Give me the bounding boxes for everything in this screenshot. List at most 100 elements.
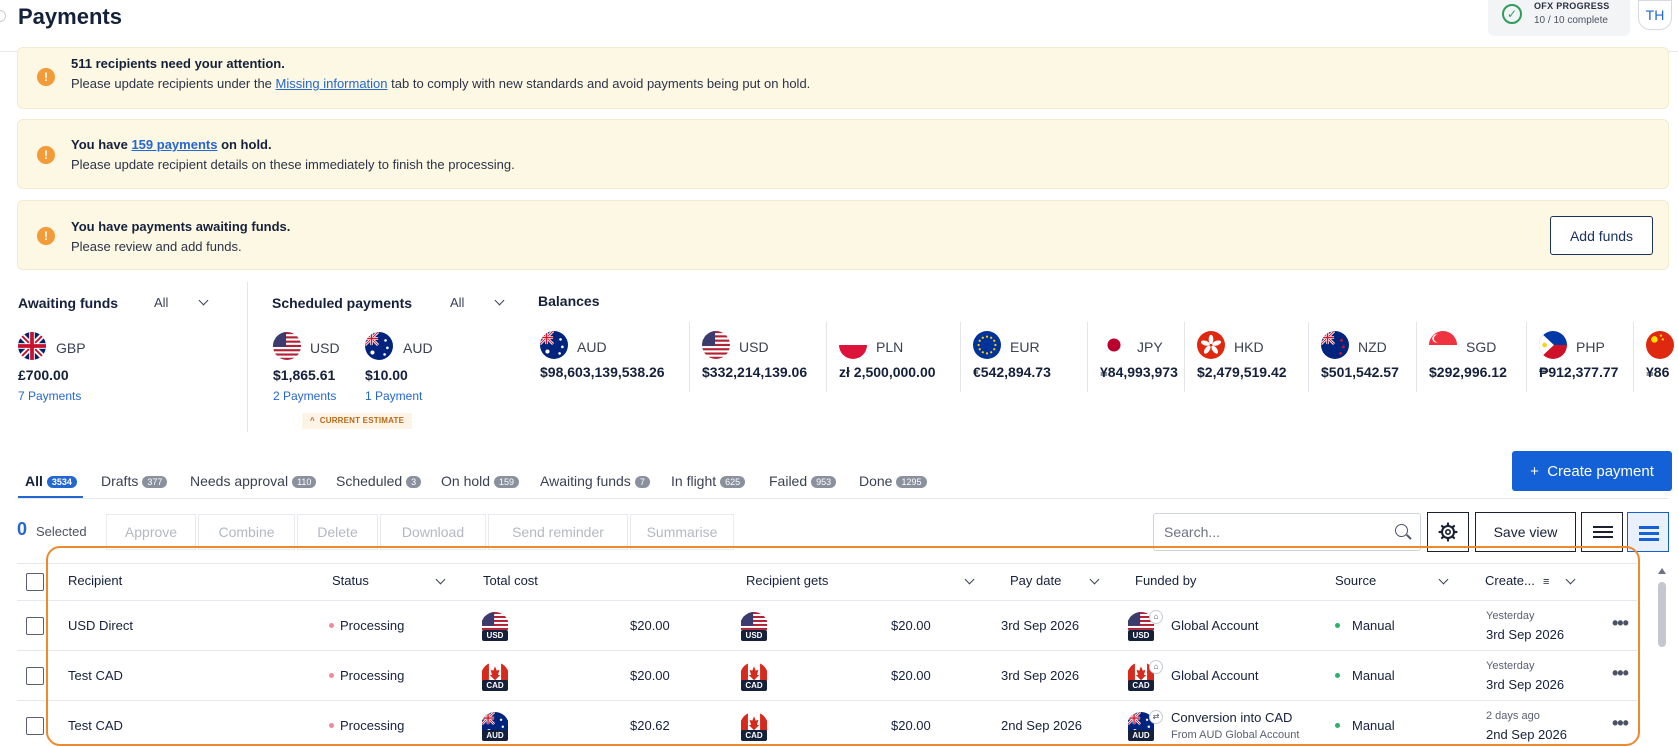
pay-date: 3rd Sep 2026 — [1001, 618, 1080, 633]
tab-all[interactable]: All 3534 — [25, 473, 77, 489]
alert-title: You have payments awaiting funds. — [71, 219, 291, 234]
created-relative: Yesterday — [1486, 610, 1535, 622]
pay-date: 2nd Sep 2026 — [1001, 718, 1082, 733]
download-button[interactable]: Download — [380, 514, 486, 550]
alert-awaiting-funds: ! You have payments awaiting funds. Plea… — [17, 200, 1669, 270]
col-status[interactable]: Status — [332, 573, 369, 588]
select-all-checkbox[interactable] — [26, 573, 44, 591]
created-date: 3rd Sep 2026 — [1486, 627, 1565, 642]
tab-scheduled[interactable]: Scheduled 3 — [336, 473, 422, 489]
balance-amount: ¥86 — [1646, 364, 1670, 380]
search-icon[interactable] — [1395, 524, 1408, 537]
approve-button[interactable]: Approve — [106, 514, 196, 550]
recipient-name[interactable]: USD Direct — [68, 618, 133, 633]
col-source[interactable]: Source — [1335, 573, 1376, 588]
currency-code: USD — [741, 630, 767, 641]
balance-divider — [1526, 322, 1527, 392]
awaiting-funds-filter[interactable]: All — [154, 295, 168, 310]
list-line — [1593, 531, 1613, 533]
tab-in-flight[interactable]: In flight 625 — [671, 473, 746, 489]
recipient-name[interactable]: Test CAD — [68, 718, 123, 733]
recipient-gets: $20.00 — [891, 618, 931, 633]
compact-line — [1639, 538, 1659, 541]
currency-code: CAD — [1128, 680, 1154, 691]
tab-label: Scheduled — [336, 473, 403, 489]
status-badge: Processing — [329, 718, 404, 733]
more-options-icon[interactable]: ••• — [1612, 613, 1629, 634]
row-checkbox[interactable] — [26, 717, 44, 735]
chevron-down-icon[interactable] — [198, 295, 209, 306]
more-options-icon[interactable]: ••• — [1612, 713, 1629, 734]
chevron-down-icon[interactable] — [1089, 574, 1100, 585]
row-checkbox[interactable] — [26, 617, 44, 635]
scheduled-payments-title: Scheduled payments — [272, 295, 413, 311]
col-recipient-gets[interactable]: Recipient gets — [746, 573, 828, 588]
search-input[interactable] — [1153, 513, 1421, 551]
check-circle-icon: ✓ — [1502, 4, 1522, 24]
create-payment-button[interactable]: + Create payment — [1512, 451, 1672, 491]
list-view-toggle[interactable] — [1581, 512, 1623, 552]
current-estimate-badge: ^ CURRENT ESTIMATE — [302, 413, 413, 429]
table-top-line — [17, 563, 1637, 564]
alert-title-post: on hold. — [217, 137, 272, 152]
chevron-down-icon[interactable] — [494, 295, 505, 306]
sort-icon[interactable]: ≡ — [1543, 576, 1549, 588]
col-total-cost[interactable]: Total cost — [483, 573, 538, 588]
tab-drafts[interactable]: Drafts 377 — [101, 473, 168, 489]
balance-amount: zł 2,500,000.00 — [839, 364, 936, 380]
collapse-handle[interactable] — [0, 10, 6, 22]
currency-amount: $10.00 — [365, 367, 408, 383]
table-scrollbar[interactable] — [1658, 582, 1666, 647]
recipient-name[interactable]: Test CAD — [68, 668, 123, 683]
tab-failed[interactable]: Failed 953 — [769, 473, 837, 489]
scroll-up-arrow[interactable] — [1658, 568, 1666, 574]
row-divider — [17, 650, 1637, 651]
col-pay-date[interactable]: Pay date — [1010, 573, 1061, 588]
col-funded-by[interactable]: Funded by — [1135, 573, 1196, 588]
ofx-progress-widget[interactable]: ✓ OFX PROGRESS 10 / 10 complete — [1488, 0, 1630, 36]
payments-link[interactable]: 2 Payments — [273, 389, 336, 403]
send-reminder-button[interactable]: Send reminder — [488, 514, 628, 550]
balance-divider — [1184, 322, 1185, 392]
row-checkbox[interactable] — [26, 667, 44, 685]
tab-awaiting-funds[interactable]: Awaiting funds 7 — [540, 473, 650, 489]
payments-link[interactable]: 1 Payment — [365, 389, 422, 403]
status-text: Processing — [340, 618, 405, 633]
row-divider — [17, 700, 1637, 701]
chevron-down-icon[interactable] — [1438, 574, 1449, 585]
col-created[interactable]: Create... — [1485, 573, 1535, 588]
source: Manual — [1335, 718, 1395, 733]
summarise-button[interactable]: Summarise — [630, 514, 734, 550]
alert-title: 511 recipients need your attention. — [71, 56, 285, 71]
plus-icon: + — [1530, 462, 1539, 480]
payments-link[interactable]: 7 Payments — [18, 389, 81, 403]
chevron-down-icon[interactable] — [1565, 574, 1576, 585]
tab-count: 377 — [142, 476, 168, 488]
settings-button[interactable] — [1427, 512, 1469, 552]
delete-button[interactable]: Delete — [297, 514, 378, 550]
missing-information-link[interactable]: Missing information — [276, 76, 388, 91]
tab-on-hold[interactable]: On hold 159 — [441, 473, 520, 489]
chevron-down-icon[interactable] — [435, 574, 446, 585]
recipient-gets: $20.00 — [891, 718, 931, 733]
tabs-divider — [17, 498, 1668, 499]
combine-button[interactable]: Combine — [198, 514, 295, 550]
tab-done[interactable]: Done 1295 — [859, 473, 927, 489]
warning-icon: ! — [37, 227, 55, 245]
add-funds-button[interactable]: Add funds — [1550, 216, 1653, 255]
tab-count: 625 — [720, 476, 746, 488]
created-date: 3rd Sep 2026 — [1486, 677, 1565, 692]
more-options-icon[interactable]: ••• — [1612, 663, 1629, 684]
tab-needs-approval[interactable]: Needs approval 110 — [190, 473, 317, 489]
created-relative: 2 days ago — [1486, 710, 1540, 722]
payments-on-hold-link[interactable]: 159 payments — [131, 137, 217, 152]
balance-amount: ₱912,377.77 — [1539, 364, 1619, 380]
tab-count: 110 — [292, 476, 317, 488]
compact-view-toggle[interactable] — [1627, 512, 1669, 552]
scheduled-filter[interactable]: All — [450, 295, 464, 310]
save-view-button[interactable]: Save view — [1475, 512, 1576, 552]
chevron-down-icon[interactable] — [964, 574, 975, 585]
col-recipient[interactable]: Recipient — [68, 573, 122, 588]
user-avatar[interactable]: TH — [1638, 0, 1672, 30]
alert-text: Please update recipient details on these… — [71, 157, 515, 172]
